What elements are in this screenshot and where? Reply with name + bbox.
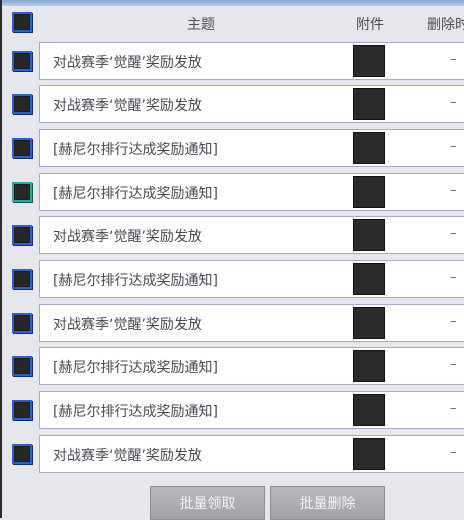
header-subject: 主题 <box>187 17 215 33</box>
row-checkbox[interactable] <box>12 138 32 158</box>
attachment-slot[interactable] <box>353 394 385 426</box>
batch-receive-button[interactable]: 批量领取 <box>150 486 265 520</box>
mail-subject-cell[interactable]: 对战赛季‘觉醒’奖励发放 <box>39 304 464 342</box>
delete-time-value: – <box>450 139 457 154</box>
delete-time-value: – <box>450 52 457 67</box>
row-checkbox[interactable] <box>12 444 32 464</box>
mail-subject: [赫尼尔排行达成奖励通知] <box>53 142 218 158</box>
mail-subject-cell[interactable]: [赫尼尔排行达成奖励通知] <box>39 260 464 298</box>
row-checkbox[interactable] <box>12 51 32 71</box>
mail-subject: [赫尼尔排行达成奖励通知] <box>53 186 218 202</box>
header-delete-time: 删除时 <box>427 17 464 33</box>
mail-subject: [赫尼尔排行达成奖励通知] <box>53 404 218 420</box>
mail-subject-cell[interactable]: [赫尼尔排行达成奖励通知] <box>39 347 464 385</box>
mail-subject: 对战赛季‘觉醒’奖励发放 <box>53 98 202 114</box>
attachment-slot[interactable] <box>353 88 385 120</box>
delete-time-value: – <box>450 226 457 241</box>
mail-subject-cell[interactable]: 对战赛季‘觉醒’奖励发放 <box>39 435 464 473</box>
mail-subject: 对战赛季‘觉醒’奖励发放 <box>53 448 202 464</box>
attachment-slot[interactable] <box>353 263 385 295</box>
attachment-slot[interactable] <box>353 350 385 382</box>
header-attachment: 附件 <box>356 17 384 33</box>
delete-time-value: – <box>450 357 457 372</box>
row-checkbox[interactable] <box>12 313 32 333</box>
mail-row[interactable]: 对战赛季‘觉醒’奖励发放 – <box>0 85 464 123</box>
mail-row[interactable]: 对战赛季‘觉醒’奖励发放 – <box>0 304 464 342</box>
mail-subject-cell[interactable]: [赫尼尔排行达成奖励通知] <box>39 173 464 211</box>
mail-subject-cell[interactable]: 对战赛季‘觉醒’奖励发放 <box>39 216 464 254</box>
mail-row[interactable]: 对战赛季‘觉醒’奖励发放 – <box>0 42 464 80</box>
batch-delete-button[interactable]: 批量删除 <box>270 486 385 520</box>
row-checkbox[interactable] <box>12 356 32 376</box>
mail-subject-cell[interactable]: [赫尼尔排行达成奖励通知] <box>39 129 464 167</box>
row-checkbox[interactable] <box>12 269 32 289</box>
delete-time-value: – <box>450 314 457 329</box>
mail-subject-cell[interactable]: 对战赛季‘觉醒’奖励发放 <box>39 85 464 123</box>
attachment-slot[interactable] <box>353 307 385 339</box>
attachment-slot[interactable] <box>353 438 385 470</box>
row-checkbox[interactable] <box>12 400 32 420</box>
mail-subject: 对战赛季‘觉醒’奖励发放 <box>53 55 202 71</box>
delete-time-value: – <box>450 183 457 198</box>
mail-list-header: 主题 附件 删除时 <box>0 6 464 40</box>
row-checkbox[interactable] <box>12 225 32 245</box>
mail-row[interactable]: [赫尼尔排行达成奖励通知] – <box>0 260 464 298</box>
mail-subject: 对战赛季‘觉醒’奖励发放 <box>53 229 202 245</box>
mail-subject: [赫尼尔排行达成奖励通知] <box>53 360 218 376</box>
attachment-slot[interactable] <box>353 45 385 77</box>
mail-subject: 对战赛季‘觉醒’奖励发放 <box>53 317 202 333</box>
mail-subject-cell[interactable]: [赫尼尔排行达成奖励通知] <box>39 391 464 429</box>
mail-row[interactable]: 对战赛季‘觉醒’奖励发放 – <box>0 435 464 473</box>
row-checkbox[interactable] <box>12 94 32 114</box>
attachment-slot[interactable] <box>353 219 385 251</box>
attachment-slot[interactable] <box>353 132 385 164</box>
mail-row[interactable]: [赫尼尔排行达成奖励通知] – <box>0 129 464 167</box>
mail-row[interactable]: 对战赛季‘觉醒’奖励发放 – <box>0 216 464 254</box>
mail-subject-cell[interactable]: 对战赛季‘觉醒’奖励发放 <box>39 42 464 80</box>
mail-row[interactable]: [赫尼尔排行达成奖励通知] – <box>0 391 464 429</box>
row-checkbox[interactable] <box>12 182 32 202</box>
mail-row[interactable]: [赫尼尔排行达成奖励通知] – <box>0 173 464 211</box>
mail-row[interactable]: [赫尼尔排行达成奖励通知] – <box>0 347 464 385</box>
delete-time-value: – <box>450 95 457 110</box>
select-all-checkbox[interactable] <box>12 12 32 32</box>
delete-time-value: – <box>450 401 457 416</box>
delete-time-value: – <box>450 445 457 460</box>
attachment-slot[interactable] <box>353 176 385 208</box>
delete-time-value: – <box>450 270 457 285</box>
mail-subject: [赫尼尔排行达成奖励通知] <box>53 273 218 289</box>
